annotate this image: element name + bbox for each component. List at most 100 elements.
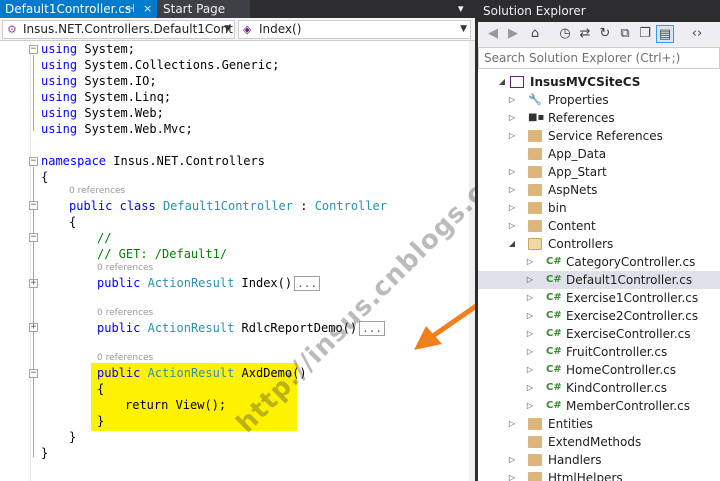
collapsed-icon[interactable]: ▷: [506, 415, 518, 433]
solution-tree: ◢ InsusMVCSiteCS ▷ 🔧 Properties ▷ ■▪ Ref…: [478, 69, 720, 481]
collapse-icon[interactable]: −: [29, 45, 38, 54]
collapsed-icon[interactable]: ▷: [506, 109, 518, 127]
history-icon[interactable]: ◷: [556, 25, 574, 43]
codelens-references[interactable]: 0 references: [97, 263, 153, 274]
method-icon: ◈: [243, 23, 252, 36]
references-icon: ■▪: [528, 112, 545, 123]
outline-line: [33, 55, 34, 131]
code-line: }: [41, 446, 49, 460]
collapsed-icon[interactable]: ▷: [506, 91, 518, 109]
tree-item-app-data[interactable]: App_Data: [478, 145, 720, 163]
collapsed-icon[interactable]: ▷: [524, 325, 536, 343]
csharp-file-icon: C#: [546, 310, 562, 321]
tree-item-aspnets[interactable]: ▷ AspNets: [478, 181, 720, 199]
pin-icon[interactable]: ⊣: [125, 0, 135, 18]
search-input[interactable]: Search Solution Explorer (Ctrl+;): [478, 47, 720, 69]
collapsed-block[interactable]: ...: [294, 276, 320, 291]
class-dropdown-value: Insus.NET.Controllers.Default1Contro: [23, 22, 235, 36]
collapse-icon[interactable]: −: [29, 369, 38, 378]
chevron-down-icon: ▼: [460, 24, 467, 34]
member-dropdown[interactable]: ◈ Index() ▼: [238, 20, 471, 39]
tree-project-node[interactable]: ◢ InsusMVCSiteCS: [478, 73, 720, 91]
expanded-icon[interactable]: ◢: [506, 235, 518, 253]
sync-icon[interactable]: ⇄: [576, 25, 594, 43]
tree-item-file[interactable]: ▷ C# Exercise1Controller.cs: [478, 289, 720, 307]
tree-item-file[interactable]: ▷ C# Exercise2Controller.cs: [478, 307, 720, 325]
tree-item-file-selected[interactable]: ▷ C# Default1Controller.cs: [478, 271, 720, 289]
collapsed-icon[interactable]: ▷: [506, 217, 518, 235]
tree-item-file[interactable]: ▷ C# ExerciseController.cs: [478, 325, 720, 343]
tree-item-file[interactable]: ▷ C# FruitController.cs: [478, 343, 720, 361]
expand-icon[interactable]: +: [29, 279, 38, 288]
tree-item-entities[interactable]: ▷ Entities: [478, 415, 720, 433]
expanded-icon[interactable]: ◢: [496, 73, 508, 91]
codelens-references[interactable]: 0 references: [97, 353, 153, 364]
tab-start-page[interactable]: Start Page: [158, 0, 250, 18]
tree-item-file[interactable]: ▷ C# CategoryController.cs: [478, 253, 720, 271]
collapse-icon[interactable]: −: [29, 157, 38, 166]
code-comment: // GET: /Default1/: [97, 247, 228, 261]
code-line: return View();: [125, 398, 227, 412]
tree-item-htmlhelpers[interactable]: ▷ HtmlHelpers: [478, 469, 720, 481]
tab-default1controller[interactable]: Default1Controller.cs ⊣ ×: [0, 0, 157, 18]
collapsed-icon[interactable]: ▷: [524, 289, 536, 307]
codelens-references[interactable]: 0 references: [97, 308, 153, 319]
back-icon[interactable]: ◀: [484, 25, 502, 43]
tree-item-extendmethods[interactable]: ExtendMethods: [478, 433, 720, 451]
code-line: using System.Collections.Generic;: [41, 58, 280, 72]
solution-explorer: Solution Explorer ◀ ▶ ⌂ ◷ ⇄ ↻ ⧉ ❐ ▤ ‹› S…: [478, 0, 720, 481]
collapsed-icon[interactable]: ▷: [524, 343, 536, 361]
class-dropdown[interactable]: ⚙ Insus.NET.Controllers.Default1Contro ▼: [2, 20, 235, 39]
tree-item-service-references[interactable]: ▷ Service References: [478, 127, 720, 145]
collapsed-icon[interactable]: ▷: [524, 271, 536, 289]
forward-icon[interactable]: ▶: [504, 25, 522, 43]
tree-item-file[interactable]: ▷ C# KindController.cs: [478, 379, 720, 397]
collapsed-icon[interactable]: ▷: [524, 253, 536, 271]
collapsed-icon[interactable]: ▷: [506, 451, 518, 469]
tab-dropdown-icon[interactable]: ▾: [458, 0, 464, 18]
code-line: }: [69, 430, 77, 444]
show-all-files-icon[interactable]: ▤: [656, 25, 674, 43]
vertical-scrollbar[interactable]: [469, 41, 475, 481]
tree-item-bin[interactable]: ▷ bin: [478, 199, 720, 217]
code-line: {: [97, 382, 105, 396]
navigation-bar: ⚙ Insus.NET.Controllers.Default1Contro ▼…: [0, 18, 475, 41]
code-line: }: [97, 414, 105, 428]
solution-explorer-title: Solution Explorer: [478, 0, 720, 22]
home-icon[interactable]: ⌂: [526, 25, 544, 43]
collapsed-icon[interactable]: ▷: [524, 379, 536, 397]
copy-icon[interactable]: ❐: [636, 25, 654, 43]
tree-item-handlers[interactable]: ▷ Handlers: [478, 451, 720, 469]
collapsed-icon[interactable]: ▷: [524, 361, 536, 379]
collapsed-icon[interactable]: ▷: [506, 163, 518, 181]
collapsed-icon[interactable]: ▷: [506, 469, 518, 481]
close-icon[interactable]: ×: [143, 0, 152, 18]
csharp-file-icon: C#: [546, 382, 562, 393]
tree-item-controllers[interactable]: ◢ Controllers: [478, 235, 720, 253]
tree-item-file[interactable]: ▷ C# HomeController.cs: [478, 361, 720, 379]
tab-label: Start Page: [163, 2, 226, 16]
codelens-references[interactable]: 0 references: [69, 186, 125, 197]
code-line: public class Default1Controller : Contro…: [69, 199, 387, 213]
code-area[interactable]: − − − − + + − using System; using System…: [0, 41, 475, 481]
collapsed-icon[interactable]: ▷: [506, 181, 518, 199]
code-editor[interactable]: Default1Controller.cs ⊣ × Start Page ▾ ⚙…: [0, 0, 475, 481]
collapse-icon[interactable]: −: [29, 201, 38, 210]
collapsed-icon[interactable]: ▷: [524, 397, 536, 415]
refresh-icon[interactable]: ↻: [596, 25, 614, 43]
wrench-icon: 🔧: [528, 93, 542, 106]
tree-item-content[interactable]: ▷ Content: [478, 217, 720, 235]
code-view-icon[interactable]: ‹›: [688, 25, 706, 43]
collapse-all-icon[interactable]: ⧉: [616, 25, 634, 43]
collapse-icon[interactable]: −: [29, 233, 38, 242]
collapsed-icon[interactable]: ▷: [524, 307, 536, 325]
tree-item-app-start[interactable]: ▷ App_Start: [478, 163, 720, 181]
tree-item-file[interactable]: ▷ C# MemberController.cs: [478, 397, 720, 415]
code-line: using System.Linq;: [41, 90, 172, 104]
folder-icon: [528, 202, 542, 214]
collapsed-icon[interactable]: ▷: [506, 127, 518, 145]
tree-item-references[interactable]: ▷ ■▪ References: [478, 109, 720, 127]
tree-item-properties[interactable]: ▷ 🔧 Properties: [478, 91, 720, 109]
expand-icon[interactable]: +: [29, 323, 38, 332]
collapsed-icon[interactable]: ▷: [506, 199, 518, 217]
